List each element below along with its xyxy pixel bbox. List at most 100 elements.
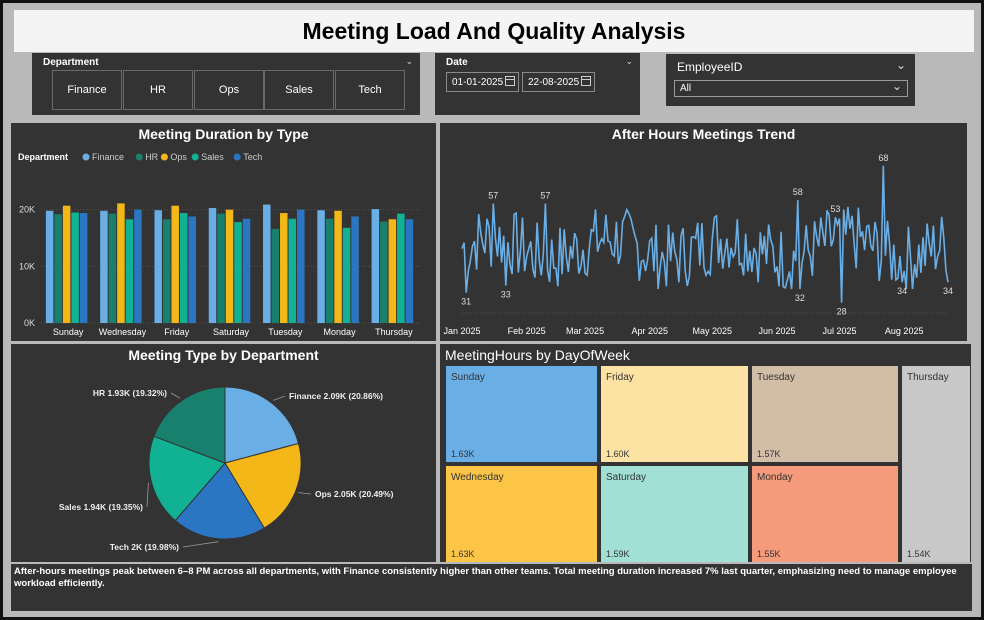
bar [125, 219, 134, 323]
bar [162, 219, 171, 323]
leader-line [182, 541, 219, 548]
chevron-down-icon[interactable]: ⌄ [896, 58, 906, 72]
treemap-tile-label: Saturday [606, 472, 647, 483]
dashboard-frame: Meeting Load And Quality Analysis Depart… [0, 0, 984, 620]
department-option-ops[interactable]: Ops [194, 70, 264, 110]
leader-line [146, 482, 149, 508]
calendar-icon[interactable] [505, 76, 515, 86]
x-tick-label: Thursday [375, 327, 413, 337]
treemap-tile-label: Wednesday [451, 472, 504, 483]
bar [388, 219, 397, 323]
employee-dropdown[interactable]: All ⌄ [674, 79, 908, 97]
legend-label: Tech [243, 152, 262, 162]
data-label: 31 [461, 296, 471, 306]
department-option-hr[interactable]: HR [123, 70, 193, 110]
x-tick-label: May 2025 [693, 326, 733, 336]
treemap-tile-value: 1.60K [606, 449, 630, 459]
department-pie-chart: Finance 2.09K (20.86%) Ops 2.05K (20.49%)… [59, 386, 394, 552]
x-tick-label: Feb 2025 [508, 326, 546, 336]
treemap-tile-tuesday[interactable]: Tuesday 1.57K [752, 366, 898, 462]
bar [242, 218, 251, 323]
treemap-area: Sunday 1.63K Wednesday 1.63K Friday 1.60K Satu… [440, 344, 971, 562]
leader-line [298, 492, 312, 495]
bar [71, 212, 79, 323]
treemap-tile-value: 1.55K [757, 549, 781, 559]
date-slicer-title: Date [446, 57, 468, 68]
end-date-input[interactable]: 22-08-2025 [522, 72, 595, 92]
legend-marker [135, 153, 143, 161]
treemap-tile-label: Friday [606, 372, 634, 383]
x-tick-label: Mar 2025 [566, 326, 604, 336]
trend-line [461, 165, 949, 303]
treemap-panel: MeetingHours by DayOfWeek Sunday 1.63K Wed… [440, 344, 971, 562]
bar [171, 205, 179, 323]
bar [62, 205, 71, 323]
department-option-tech[interactable]: Tech [335, 70, 405, 110]
bar [100, 210, 108, 323]
legend-marker [233, 153, 241, 161]
data-label: 34 [943, 286, 953, 296]
treemap-tile-value: 1.54K [907, 549, 931, 559]
chevron-down-icon[interactable]: ⌄ [625, 56, 633, 67]
legend-label: Ops [170, 152, 187, 162]
bar [371, 209, 380, 323]
title-bar: Meeting Load And Quality Analysis [14, 10, 974, 52]
page-title: Meeting Load And Quality Analysis [302, 17, 686, 44]
legend-marker [191, 153, 199, 161]
treemap-tile-label: Sunday [451, 372, 485, 383]
employee-slicer: EmployeeID ⌄ All ⌄ [666, 54, 915, 106]
x-tick-label: Jul 2025 [823, 326, 857, 336]
bar [380, 221, 388, 323]
department-option-sales[interactable]: Sales [264, 70, 334, 110]
x-tick-label: Jun 2025 [758, 326, 795, 336]
bar [263, 204, 271, 323]
bar [54, 214, 62, 323]
bar [397, 213, 405, 323]
data-label: 58 [793, 187, 803, 197]
afterhours-chart-panel: After Hours Meetings Trend Jan 2025 Feb 2… [440, 123, 967, 341]
treemap-tile-saturday[interactable]: Saturday 1.59K [601, 466, 748, 562]
bar [405, 219, 414, 323]
data-label: 68 [878, 153, 888, 163]
y-tick-label: 20K [19, 205, 35, 215]
data-label: 33 [501, 290, 511, 300]
bar [225, 209, 234, 323]
bar [351, 216, 359, 323]
data-label: 34 [897, 286, 907, 296]
treemap-tile-sunday[interactable]: Sunday 1.63K [446, 366, 597, 462]
x-tick-label: Sunday [53, 327, 84, 337]
bar [188, 216, 196, 323]
start-date-input[interactable]: 01-01-2025 [446, 72, 519, 92]
treemap-tile-monday[interactable]: Monday 1.55K [752, 466, 898, 562]
legend-label: Sales [201, 152, 224, 162]
treemap-tile-label: Monday [757, 472, 793, 483]
x-tick-label: Jan 2025 [443, 326, 480, 336]
data-label: 57 [540, 190, 550, 200]
chevron-down-icon: ⌄ [891, 79, 902, 93]
bar [217, 213, 225, 323]
treemap-tile-friday[interactable]: Friday 1.60K [601, 366, 748, 462]
treemap-tile-wednesday[interactable]: Wednesday 1.63K [446, 466, 597, 562]
department-slicer-title: Department [43, 57, 99, 68]
calendar-icon[interactable] [581, 76, 591, 86]
bar [45, 210, 54, 323]
end-date-value: 22-08-2025 [528, 76, 580, 88]
bar [288, 218, 297, 323]
data-label: 53 [830, 204, 840, 214]
department-option-finance[interactable]: Finance [52, 70, 122, 110]
legend-label: HR [145, 152, 158, 162]
pie-label: Finance 2.09K (20.86%) [289, 391, 383, 401]
start-date-value: 01-01-2025 [452, 76, 504, 88]
treemap-tile-thursday[interactable]: Thursday 1.54K [902, 366, 970, 562]
data-label: 32 [795, 293, 805, 303]
employee-dropdown-value: All [680, 83, 692, 94]
treemap-tile-value: 1.59K [606, 549, 630, 559]
x-tick-label: Friday [164, 327, 190, 337]
chevron-down-icon[interactable]: ⌄ [405, 56, 413, 67]
treemap-tile-label: Thursday [907, 372, 949, 383]
employee-slicer-title: EmployeeID [677, 60, 743, 74]
bar [79, 213, 88, 323]
treemap-tile-value: 1.63K [451, 549, 475, 559]
bar [117, 203, 125, 323]
bar [271, 228, 280, 323]
